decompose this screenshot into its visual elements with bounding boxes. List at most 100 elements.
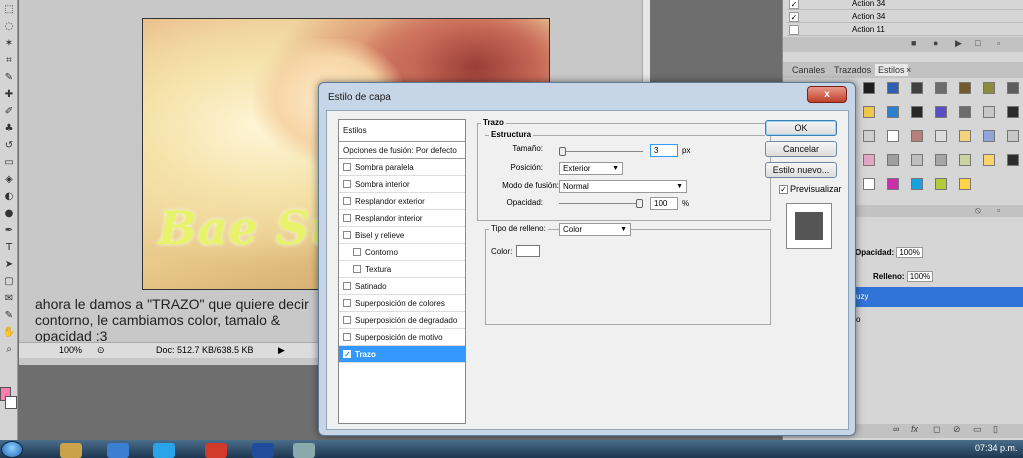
style-item-checkbox[interactable] [343,163,351,171]
shape-icon[interactable]: ▢ [2,276,16,287]
group-icon[interactable]: ▭ [973,424,982,435]
size-input[interactable]: 3 [650,144,678,157]
style-swatch[interactable] [935,106,947,118]
stroke-color-swatch[interactable] [516,245,540,257]
cancel-button[interactable]: Cancelar [765,141,837,157]
magic-wand-icon[interactable]: ✶ [2,38,16,49]
explorer-taskbar-icon[interactable] [60,443,82,458]
styles-list-header[interactable]: Estilos [339,120,465,142]
zoom-icon[interactable]: ⊙ [97,345,105,356]
start-button[interactable] [1,441,23,458]
position-select[interactable]: Exterior ▼ [559,162,623,175]
fill-type-select[interactable]: Color ▼ [559,223,631,236]
eyedropper2-icon[interactable]: ✎ [2,310,16,321]
status-menu-arrow-icon[interactable]: ▶ [278,345,285,356]
chrome-taskbar-icon[interactable] [205,443,227,458]
style-swatch[interactable] [887,82,899,94]
style-swatch[interactable] [911,82,923,94]
tab-trazados[interactable]: Trazados [831,64,874,76]
style-item[interactable]: Superposición de colores [339,295,465,312]
style-item-checkbox[interactable] [343,316,351,324]
style-item-checkbox[interactable] [343,282,351,290]
photoshop-taskbar-icon[interactable] [252,443,274,458]
style-swatch[interactable] [935,154,947,166]
style-swatch[interactable] [959,106,971,118]
style-swatch[interactable] [1007,82,1019,94]
marquee-icon[interactable]: ⬚ [2,4,16,15]
clone-icon[interactable]: ♣ [2,123,16,134]
style-swatch[interactable] [863,130,875,142]
new-action-icon[interactable]: ▫ [997,38,1000,48]
dodge-icon[interactable]: ● [2,208,16,219]
layer-row[interactable]: o [856,315,860,324]
style-item[interactable]: Superposición de motivo [339,329,465,346]
style-swatch[interactable] [935,82,947,94]
style-swatch[interactable] [983,130,995,142]
link-icon[interactable]: ∞ [893,424,899,434]
style-item[interactable]: Sombra paralela [339,159,465,176]
close-tab-icon[interactable]: × [903,64,914,76]
style-item[interactable]: Resplandor interior [339,210,465,227]
blend-mode-select[interactable]: Normal ▼ [559,180,687,193]
style-item[interactable]: ✓ Trazo [339,346,465,363]
action-toggle-checkbox[interactable]: ✓ [789,12,799,22]
style-swatch[interactable] [911,178,923,190]
style-item[interactable]: Satinado [339,278,465,295]
fx-icon[interactable]: fx [911,424,918,434]
style-item[interactable]: Sombra interior [339,176,465,193]
stop-icon[interactable]: ■ [911,38,916,48]
style-swatch[interactable] [1007,154,1019,166]
style-swatch[interactable] [887,178,899,190]
crop-icon[interactable]: ⌗ [2,55,16,66]
play-icon[interactable]: ▶ [955,38,962,49]
style-item[interactable]: Resplandor exterior [339,193,465,210]
style-swatch[interactable] [863,154,875,166]
messenger-taskbar-icon[interactable] [153,443,175,458]
opacity-input[interactable]: 100 [650,197,678,210]
mask-icon[interactable]: ◻ [933,424,940,435]
record-icon[interactable]: ● [933,38,938,48]
style-swatch[interactable] [959,130,971,142]
blending-options-item[interactable]: Opciones de fusión: Por defecto [339,142,465,159]
style-swatch[interactable] [935,178,947,190]
action-toggle-checkbox[interactable] [789,25,799,35]
adjustment-icon[interactable]: ⊘ [953,424,961,435]
eraser-icon[interactable]: ▭ [2,157,16,168]
style-item-checkbox[interactable] [343,299,351,307]
paint-taskbar-icon[interactable] [293,443,315,458]
style-item-checkbox[interactable] [343,180,351,188]
style-item-checkbox[interactable]: ✓ [343,350,351,359]
ok-button[interactable]: OK [765,120,837,136]
style-swatch[interactable] [911,154,923,166]
style-swatch[interactable] [983,106,995,118]
style-item[interactable]: Superposición de degradado [339,312,465,329]
style-item-checkbox[interactable] [343,333,351,341]
style-item[interactable]: Textura [339,261,465,278]
style-swatch[interactable] [983,154,995,166]
opacity-slider[interactable] [559,203,643,204]
style-swatch[interactable] [1007,130,1019,142]
style-item-checkbox[interactable] [353,265,361,273]
notes-icon[interactable]: ✉ [2,293,16,304]
zoom-level[interactable]: 100% [59,345,82,355]
style-swatch[interactable] [911,106,923,118]
tab-canales[interactable]: Canales [789,64,828,76]
action-row[interactable]: ✓ Action 34 [787,0,1023,10]
background-color-swatch[interactable] [5,396,17,409]
style-swatch[interactable] [935,130,947,142]
preview-check-icon[interactable]: ✓ [779,185,788,195]
paint-bucket-icon[interactable]: ◈ [2,174,16,185]
layer-opacity-input[interactable]: 100% [896,247,923,258]
eyedropper-icon[interactable]: ✎ [2,72,16,83]
lasso-icon[interactable]: ◌ [2,21,16,32]
style-swatch[interactable] [863,106,875,118]
text-icon[interactable]: T [2,242,16,253]
blur-icon[interactable]: ◐ [2,191,16,202]
style-swatch[interactable] [863,178,875,190]
pen-icon[interactable]: ✒ [2,225,16,236]
style-item-checkbox[interactable] [343,231,351,239]
preview-checkbox[interactable]: ✓ Previsualizar [779,184,842,195]
path-select-icon[interactable]: ➤ [2,259,16,270]
healing-icon[interactable]: ✚ [2,89,16,100]
trash-icon[interactable]: ▯ [993,424,998,435]
